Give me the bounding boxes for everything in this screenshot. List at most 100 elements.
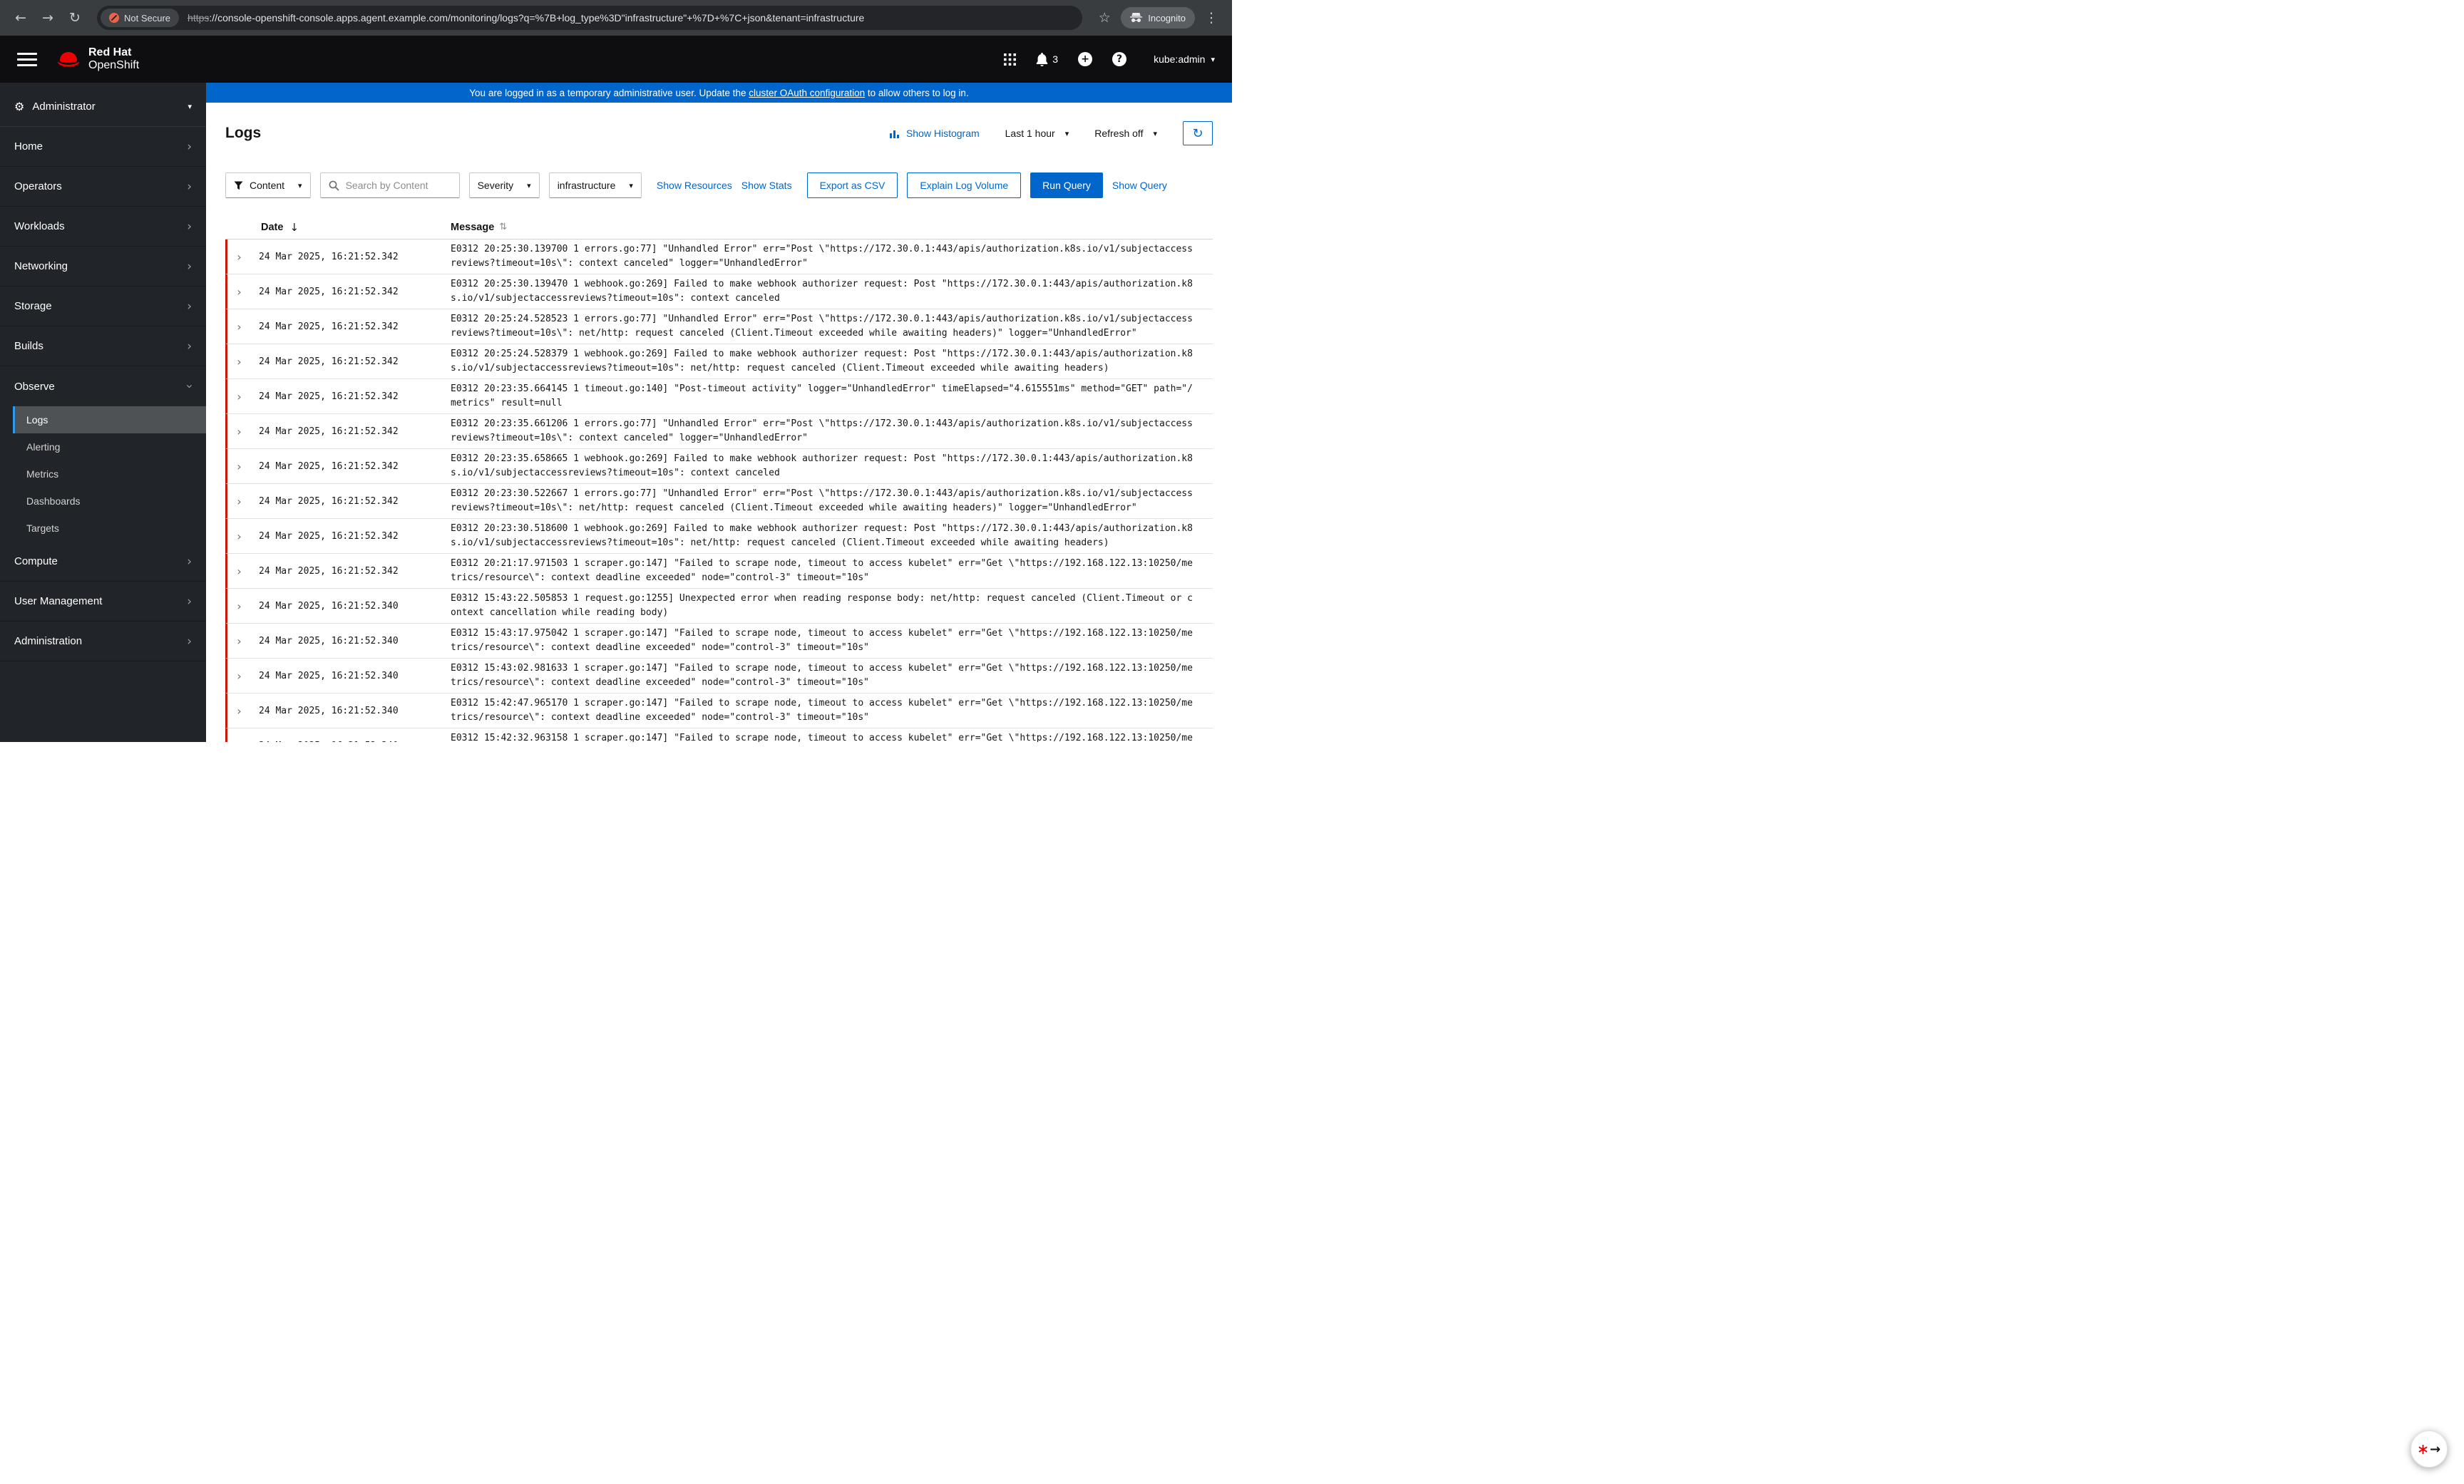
sidebar-item-administration[interactable]: Administration › xyxy=(0,622,206,661)
log-row: › 24 Mar 2025, 16:21:52.342 E0312 20:25:… xyxy=(225,274,1213,309)
log-message: E0312 15:42:47.965170 1 scraper.go:147] … xyxy=(451,698,1193,723)
severity-select[interactable]: Severity ▾ xyxy=(468,172,540,198)
perspective-switcher[interactable]: ⚙ Administrator ▾ xyxy=(0,83,206,127)
sidebar-item-storage[interactable]: Storage › xyxy=(0,287,206,326)
log-table-body: › 24 Mar 2025, 16:21:52.342 E0312 20:25:… xyxy=(225,239,1213,742)
expand-row-button[interactable]: › xyxy=(227,669,251,683)
export-csv-button[interactable]: Export as CSV xyxy=(806,172,898,198)
nav-toggle-button[interactable] xyxy=(17,52,37,66)
quick-create-button[interactable]: + xyxy=(1078,52,1093,66)
expand-row-button[interactable]: › xyxy=(227,599,251,613)
sidebar-item-alerting[interactable]: Alerting xyxy=(13,433,206,460)
page-title: Logs xyxy=(225,125,262,141)
log-row: › 24 Mar 2025, 16:21:52.342 E0312 20:25:… xyxy=(225,344,1213,378)
expand-row-button[interactable]: › xyxy=(227,460,251,473)
help-button[interactable]: ? xyxy=(1112,52,1127,66)
caret-down-icon: ▾ xyxy=(1153,128,1157,138)
not-secure-badge[interactable]: Not Secure xyxy=(101,9,180,27)
sidebar-item-compute[interactable]: Compute › xyxy=(0,542,206,582)
expand-row-button[interactable]: › xyxy=(227,565,251,578)
expand-row-button[interactable]: › xyxy=(227,355,251,369)
bookmark-star-icon[interactable]: ☆ xyxy=(1094,7,1115,29)
sidebar-item-home[interactable]: Home › xyxy=(0,127,206,167)
chevron-right-icon: › xyxy=(237,564,242,578)
perspective-label: Administrator xyxy=(32,101,96,113)
sidebar-item-dashboards[interactable]: Dashboards xyxy=(13,488,206,515)
show-stats-link[interactable]: Show Stats xyxy=(741,180,792,191)
url-scheme: https xyxy=(188,12,210,24)
assistant-launcher-button[interactable]: → xyxy=(2411,1431,2448,1468)
expand-row-button[interactable]: › xyxy=(227,495,251,508)
show-query-link[interactable]: Show Query xyxy=(1112,180,1167,191)
date-column-header[interactable]: Date ↓ xyxy=(251,221,451,234)
expand-row-button[interactable]: › xyxy=(227,250,251,264)
content-filter-select[interactable]: Content ▾ xyxy=(225,172,311,198)
caret-down-icon: ▾ xyxy=(629,180,633,190)
bell-icon xyxy=(1036,52,1048,66)
sidebar-item-observe[interactable]: Observe › xyxy=(0,366,206,406)
expand-row-button[interactable]: › xyxy=(227,530,251,543)
expand-row-button[interactable]: › xyxy=(227,425,251,438)
sidebar-item-metrics[interactable]: Metrics xyxy=(13,460,206,488)
browser-back-button[interactable]: ← xyxy=(10,7,31,29)
refresh-button[interactable]: ↻ xyxy=(1183,121,1213,145)
show-resources-link[interactable]: Show Resources xyxy=(657,180,732,191)
browser-forward-button[interactable]: → xyxy=(37,7,58,29)
sidebar-item-networking[interactable]: Networking › xyxy=(0,247,206,287)
url-rest: ://console-openshift-console.apps.agent.… xyxy=(209,12,865,24)
run-query-button[interactable]: Run Query xyxy=(1030,172,1103,198)
chevron-right-icon: › xyxy=(182,383,197,389)
log-table: Date ↓ Message ⇅ › 24 Mar 2025, 16:21:52… xyxy=(225,215,1213,742)
expand-row-button[interactable]: › xyxy=(227,704,251,718)
expand-row-button[interactable]: › xyxy=(227,390,251,403)
sidebar-item-operators[interactable]: Operators › xyxy=(0,167,206,207)
time-range-select[interactable]: Last 1 hour ▾ xyxy=(1005,128,1069,139)
expand-row-button[interactable]: › xyxy=(227,634,251,648)
refresh-interval-select[interactable]: Refresh off ▾ xyxy=(1094,128,1157,139)
sidebar-item-workloads[interactable]: Workloads › xyxy=(0,207,206,247)
chevron-right-icon: › xyxy=(237,354,242,369)
user-menu[interactable]: kube:admin ▾ xyxy=(1154,53,1215,65)
message-column-header[interactable]: Message ⇅ xyxy=(451,222,1213,233)
browser-reload-button[interactable]: ↻ xyxy=(64,7,86,29)
histogram-icon xyxy=(889,130,899,138)
log-date: 24 Mar 2025, 16:21:52.340 xyxy=(259,705,399,716)
oauth-config-link[interactable]: cluster OAuth configuration xyxy=(749,88,865,98)
browser-chrome: ← → ↻ Not Secure https://console-openshi… xyxy=(0,0,1232,36)
notifications-button[interactable]: 3 xyxy=(1036,52,1058,66)
search-input[interactable] xyxy=(345,180,451,191)
log-message: E0312 20:25:30.139470 1 webhook.go:269] … xyxy=(451,279,1193,304)
brand-logo: Red Hat OpenShift xyxy=(56,46,139,72)
log-row: › 24 Mar 2025, 16:21:52.340 E0312 15:43:… xyxy=(225,623,1213,658)
chevron-right-icon: › xyxy=(237,529,242,543)
log-date: 24 Mar 2025, 16:21:52.342 xyxy=(259,391,399,402)
sidebar-item-user-management[interactable]: User Management › xyxy=(0,582,206,622)
log-date: 24 Mar 2025, 16:21:52.342 xyxy=(259,530,399,542)
log-date: 24 Mar 2025, 16:21:52.340 xyxy=(259,670,399,681)
expand-row-button[interactable]: › xyxy=(227,320,251,334)
tenant-select[interactable]: infrastructure ▾ xyxy=(548,172,642,198)
browser-menu-icon[interactable]: ⋮ xyxy=(1201,7,1222,29)
show-histogram-button[interactable]: Show Histogram xyxy=(889,128,980,139)
sort-descending-icon: ↓ xyxy=(289,220,299,234)
log-row: › 24 Mar 2025, 16:21:52.340 E0312 15:42:… xyxy=(225,728,1213,742)
chevron-right-icon: › xyxy=(187,219,192,234)
chevron-right-icon: › xyxy=(237,249,242,264)
banner-text: You are logged in as a temporary adminis… xyxy=(469,87,749,98)
log-message: E0312 20:23:30.518600 1 webhook.go:269] … xyxy=(451,523,1193,548)
expand-row-button[interactable]: › xyxy=(227,285,251,299)
log-message: E0312 20:25:24.528523 1 errors.go:77] "U… xyxy=(451,314,1193,339)
log-date: 24 Mar 2025, 16:21:52.340 xyxy=(259,600,399,612)
log-row: › 24 Mar 2025, 16:21:52.340 E0312 15:43:… xyxy=(225,588,1213,623)
url-bar[interactable]: Not Secure https://console-openshift-con… xyxy=(97,6,1083,30)
chevron-right-icon: › xyxy=(237,599,242,613)
sidebar-item-builds[interactable]: Builds › xyxy=(0,326,206,366)
expand-row-button[interactable]: › xyxy=(227,739,251,743)
sidebar-item-logs[interactable]: Logs xyxy=(13,406,206,433)
chevron-right-icon: › xyxy=(237,284,242,299)
sidebar-item-targets[interactable]: Targets xyxy=(13,515,206,542)
chevron-right-icon: › xyxy=(187,139,192,154)
chevron-right-icon: › xyxy=(187,634,192,649)
explain-log-volume-button[interactable]: Explain Log Volume xyxy=(907,172,1022,198)
app-launcher-button[interactable] xyxy=(1004,53,1017,66)
